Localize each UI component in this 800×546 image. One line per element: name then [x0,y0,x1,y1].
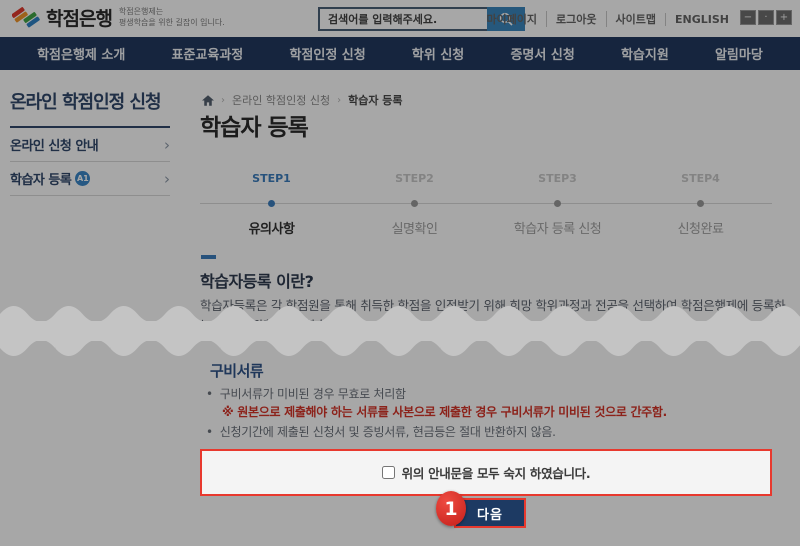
wave-edge-bottom [0,340,800,356]
confirm-notice-box[interactable]: 위의 안내문을 모두 숙지 하였습니다. [200,449,772,496]
wave-band-middle [0,321,800,341]
confirm-checkbox-label[interactable]: 위의 안내문을 모두 숙지 하였습니다. [402,463,591,482]
page: 학점은행 학점은행제는 평생학습을 위한 길잡이 입니다. 마이페이지 로그아웃… [0,0,800,546]
annotation-number-badge: 1 [436,491,466,526]
wave-edge-top [0,306,800,322]
content-cut-wave [0,306,800,356]
confirm-checkbox[interactable] [382,466,395,479]
